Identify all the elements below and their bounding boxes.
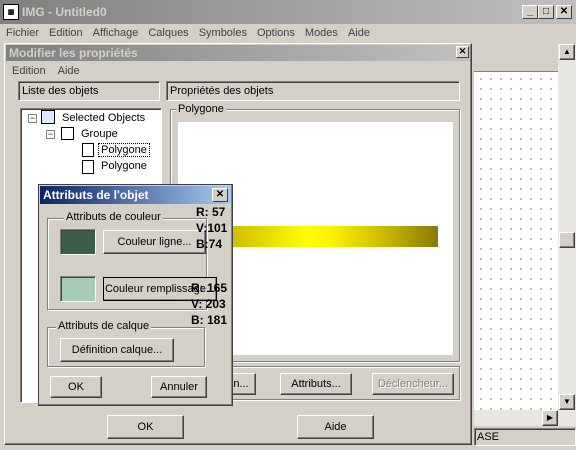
properties-menubar: Edition Aide [12,63,80,79]
horizontal-scrollbar[interactable]: ▶ [474,410,558,426]
object-list-label: Liste des objets [22,85,99,97]
fill-red-value: R: 165 [191,281,228,295]
attributes-cancel-button[interactable]: Annuler [151,376,207,398]
drawing-canvas[interactable] [474,72,558,410]
menu-edition-dialog[interactable]: Edition [12,65,46,77]
menu-edition[interactable]: Edition [49,27,83,39]
menu-symboles[interactable]: Symboles [199,27,247,39]
layer-definition-button-label: Définition calque... [71,344,163,356]
fill-color-swatch[interactable] [60,276,96,302]
polygon-group-label: Polygone [176,103,226,115]
help-button[interactable]: Aide [297,415,374,439]
main-titlebar: ▦ IMG - Untitled0 [0,0,576,24]
tree-polygon[interactable]: Polygone [101,160,147,172]
line-color-button[interactable]: Couleur ligne... [103,230,206,254]
line-color-swatch[interactable] [60,229,96,255]
close-icon: ✕ [215,189,225,200]
attributes-cancel-label: Annuler [160,381,198,393]
properties-title: Modifier les propriétés [9,46,138,60]
group-icon [61,127,74,140]
help-button-label: Aide [324,421,347,433]
objects-icon [41,110,55,124]
scroll-down-button[interactable]: ▼ [559,394,575,410]
main-menubar: Fichier Edition Affichage Calques Symbol… [0,24,576,42]
tree-root[interactable]: Selected Objects [62,112,145,124]
polygon-icon [82,160,94,174]
color-attributes-label: Attributs de couleur [64,211,163,223]
tree-polygon-selected[interactable]: Polygone [98,143,150,157]
maximize-button[interactable]: □ [538,5,554,19]
attributes-ok-label: OK [68,381,84,393]
trigger-button-label: Déclencheur... [377,378,449,390]
tree-group[interactable]: Groupe [81,128,118,140]
attributes-title: Attributs de l'objet [43,188,149,202]
attributes-ok-button[interactable]: OK [50,376,102,398]
scroll-thumb[interactable] [559,232,575,248]
close-window-button[interactable]: ✕ [556,5,572,19]
layer-attributes-label: Attributs de calque [56,320,152,332]
vertical-scrollbar[interactable]: ▲ ▼ [558,44,576,426]
window-title: IMG - Untitled0 [22,5,107,19]
partial-button-label: n... [233,378,249,390]
app-icon: ▦ [3,4,19,20]
attributes-close-button[interactable]: ✕ [212,188,228,202]
scroll-right-button[interactable]: ▶ [542,410,558,426]
ok-button[interactable]: OK [107,415,184,439]
attributes-button[interactable]: Attributs... [280,373,352,395]
fill-blue-value: B: 181 [191,313,228,327]
object-list-header: Liste des objets [18,81,160,101]
object-props-label: Propriétés des objets [170,85,274,97]
menu-fichier[interactable]: Fichier [6,27,39,39]
ok-button-label: OK [137,421,154,433]
attributes-titlebar: Attributs de l'objet [40,186,231,204]
scroll-up-button[interactable]: ▲ [559,44,575,60]
status-bar: ASE [474,428,576,446]
tree-expand-group[interactable]: − [46,130,55,139]
menu-aide-dialog[interactable]: Aide [58,65,80,77]
layer-definition-button[interactable]: Définition calque... [60,338,174,362]
menu-modes[interactable]: Modes [305,27,338,39]
polygon-icon [82,143,94,157]
menu-options[interactable]: Options [257,27,295,39]
line-blue-value: B:74 [196,237,223,251]
fill-green-value: V: 203 [191,297,226,311]
status-text: ASE [477,431,500,443]
object-props-header: Propriétés des objets [166,81,460,101]
properties-close-button[interactable]: ✕ [456,46,469,58]
minimize-button[interactable]: _ [522,5,538,19]
trigger-button[interactable]: Déclencheur... [372,373,454,395]
menu-calques[interactable]: Calques [148,27,188,39]
attributes-button-label: Attributs... [291,378,341,390]
polygon-gradient-shape [200,226,438,247]
line-color-button-label: Couleur ligne... [117,236,192,248]
properties-titlebar: Modifier les propriétés [6,45,470,61]
menu-affichage[interactable]: Affichage [93,27,139,39]
menu-aide[interactable]: Aide [348,27,370,39]
line-green-value: V:101 [196,221,228,235]
line-red-value: R: 57 [196,205,226,219]
tree-expand-root[interactable]: − [28,114,37,123]
